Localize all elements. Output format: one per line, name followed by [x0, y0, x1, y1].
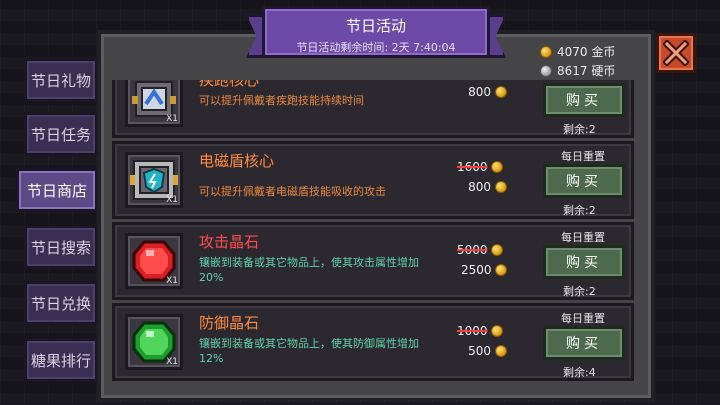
gold-coin-icon	[491, 325, 503, 337]
gold-balance: 4070 金币	[540, 43, 615, 60]
tab-label: 糖果排行	[30, 351, 91, 370]
event-timer: 节日活动剩余时间: 2天 7:40:04	[296, 41, 456, 54]
item-name: 防御晶石	[199, 314, 260, 332]
sale-price: 500	[461, 344, 507, 358]
item-icon-frame: X1	[125, 233, 183, 289]
item-quantity: X1	[166, 276, 178, 286]
close-icon	[663, 40, 689, 66]
remaining-count: 剩余:2	[563, 123, 596, 136]
gold-coin-icon	[491, 161, 503, 173]
silver-coin-icon	[540, 64, 552, 77]
item-description: 镶嵌到装备或其它物品上，使其攻击属性增加20%	[199, 256, 419, 284]
tab-candy-ranking[interactable]: 糖果排行	[24, 338, 98, 382]
item-name: 攻击晶石	[199, 233, 260, 251]
shop-item-attack-crystal: 每日重置 X1 攻击晶石 镶嵌到装备或其它物品上，使其攻击属性增加20% 500…	[112, 222, 634, 300]
item-quantity: X1	[166, 195, 178, 205]
tab-label: 节日礼物	[30, 71, 91, 90]
shop-item-sprint-core: X1 疾跑核心 可以提升佩戴者疾跑技能持续时间 1600 800 购买 剩余:2	[112, 80, 634, 138]
tab-festival-tasks[interactable]: 节日任务	[24, 112, 98, 156]
daily-reset-label: 每日重置	[561, 312, 605, 325]
shop-item-defense-crystal: 每日重置 X1 防御晶石 镶嵌到装备或其它物品上，使其防御属性增加12% 100…	[112, 303, 634, 381]
ribbon-body: 节日活动 节日活动剩余时间: 2天 7:40:04	[262, 6, 490, 58]
shop-item-list[interactable]: X1 疾跑核心 可以提升佩戴者疾跑技能持续时间 1600 800 购买 剩余:2…	[112, 80, 634, 402]
original-price: 1600	[457, 160, 503, 174]
remaining-count: 剩余:2	[563, 285, 596, 298]
daily-reset-label: 每日重置	[561, 150, 605, 163]
shop-item-shield-core: 每日重置 X1 电磁盾核心 可以提升佩戴者电磁盾技能吸收的攻击 1600 800…	[112, 141, 634, 219]
gold-coin-icon	[495, 86, 507, 98]
gold-coin-icon	[540, 45, 552, 58]
original-price-value: 1600	[457, 160, 488, 174]
buy-button[interactable]: 购买	[543, 326, 625, 360]
remaining-count: 剩余:4	[563, 366, 596, 379]
sale-price-value: 2500	[461, 263, 492, 277]
gold-amount: 4070 金币	[557, 45, 616, 59]
tab-label: 节日搜索	[30, 238, 91, 257]
original-price: 5000	[457, 243, 503, 257]
item-icon-frame: X1	[125, 80, 183, 127]
sale-price-value: 800	[468, 85, 491, 99]
sale-price: 2500	[461, 263, 507, 277]
close-button[interactable]	[656, 33, 696, 73]
item-name: 疾跑核心	[199, 80, 260, 89]
header-ribbon: 节日活动 节日活动剩余时间: 2天 7:40:04	[246, 6, 506, 58]
daily-reset-label: 每日重置	[561, 231, 605, 244]
tab-festival-search[interactable]: 节日搜索	[24, 225, 98, 269]
page-title: 节日活动	[345, 17, 406, 35]
buy-button[interactable]: 购买	[543, 245, 625, 279]
gold-coin-icon	[495, 264, 507, 276]
original-price: 1000	[457, 324, 503, 338]
item-description: 可以提升佩戴者电磁盾技能吸收的攻击	[199, 185, 386, 198]
tab-festival-shop[interactable]: 节日商店	[16, 168, 98, 212]
item-name: 电磁盾核心	[199, 152, 275, 170]
sale-price-value: 800	[468, 180, 491, 194]
silver-balance: 8617 硬币	[540, 62, 615, 79]
buy-button[interactable]: 购买	[543, 164, 625, 198]
tab-label: 节日任务	[30, 125, 91, 144]
item-icon-frame: X1	[125, 314, 183, 370]
tab-festival-exchange[interactable]: 节日兑换	[24, 281, 98, 325]
item-description: 镶嵌到装备或其它物品上，使其防御属性增加12%	[199, 337, 419, 365]
item-quantity: X1	[166, 357, 178, 367]
item-quantity: X1	[166, 114, 178, 124]
remaining-count: 剩余:2	[563, 204, 596, 217]
original-price-value: 1000	[457, 324, 488, 338]
sale-price-value: 500	[468, 344, 491, 358]
tab-festival-gifts[interactable]: 节日礼物	[24, 58, 98, 102]
buy-button[interactable]: 购买	[543, 83, 625, 117]
sale-price: 800	[461, 180, 507, 194]
gold-coin-icon	[495, 181, 507, 193]
item-icon-frame: X1	[125, 152, 183, 208]
tab-label: 节日商店	[26, 181, 87, 200]
item-description: 可以提升佩戴者疾跑技能持续时间	[199, 94, 364, 107]
gold-coin-icon	[491, 244, 503, 256]
sale-price: 800	[461, 85, 507, 99]
silver-amount: 8617 硬币	[557, 64, 616, 78]
original-price-value: 5000	[457, 243, 488, 257]
gold-coin-icon	[495, 345, 507, 357]
tab-label: 节日兑换	[30, 294, 91, 313]
